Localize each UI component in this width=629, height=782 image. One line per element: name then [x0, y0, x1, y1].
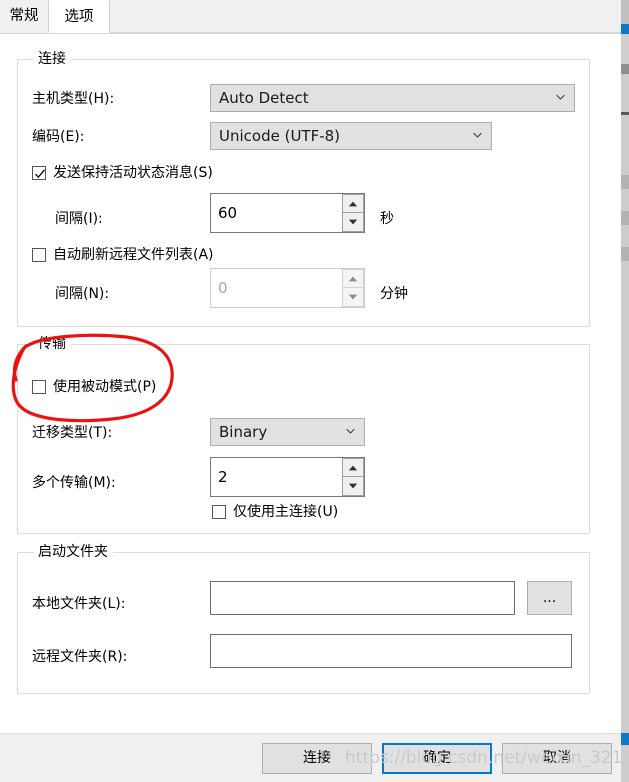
spinner-up-arrow-icon[interactable]	[342, 194, 364, 213]
keepalive-interval-label: 间隔(I):	[55, 211, 103, 227]
tab-general[interactable]: 常规	[0, 0, 48, 33]
multiple-transfers-value: 2	[218, 468, 228, 486]
transfer-type-label: 迁移类型(T):	[32, 425, 113, 441]
group-startup: 启动文件夹 本地文件夹(L): ... 远程文件夹(R):	[17, 544, 590, 694]
group-transfer: 传输 使用被动模式(P) 迁移类型(T): Binary 多个传输(M): 2	[17, 336, 590, 534]
spinner-down-arrow-icon[interactable]	[342, 477, 364, 496]
background-window-edge	[621, 0, 629, 782]
main-connection-only-label: 仅使用主连接(U)	[233, 504, 339, 520]
keepalive-checkbox-row[interactable]: 发送保持活动状态消息(S)	[32, 164, 213, 182]
host-type-combo[interactable]: Auto Detect	[210, 84, 575, 112]
spinner-up-arrow-icon[interactable]	[342, 458, 364, 477]
chevron-down-icon	[556, 93, 565, 102]
ok-button[interactable]: 确定	[382, 743, 492, 774]
transfer-type-value: Binary	[219, 423, 268, 441]
ok-button-label: 确定	[423, 750, 451, 766]
dialog-footer: 连接 确定 取消	[0, 733, 621, 782]
passive-mode-checkbox[interactable]	[32, 380, 46, 394]
options-panel: 连接 主机类型(H): Auto Detect 编码(E): Unicode (…	[0, 33, 621, 733]
connect-button-label: 连接	[303, 750, 331, 766]
autorefresh-interval-spinner[interactable]: 0	[210, 268, 365, 308]
spinner-down-arrow-icon[interactable]	[342, 288, 364, 307]
keepalive-label: 发送保持活动状态消息(S)	[53, 165, 213, 181]
keepalive-interval-value: 60	[218, 204, 238, 222]
main-connection-only-checkbox-row[interactable]: 仅使用主连接(U)	[212, 503, 338, 521]
host-type-label: 主机类型(H):	[32, 91, 115, 107]
multiple-transfers-spinner[interactable]: 2	[210, 457, 365, 497]
encoding-value: Unicode (UTF-8)	[219, 127, 341, 145]
autorefresh-interval-unit: 分钟	[380, 286, 408, 302]
multiple-transfers-spin-buttons	[342, 458, 364, 496]
checkmark-icon	[35, 169, 45, 179]
autorefresh-label: 自动刷新远程文件列表(A)	[53, 247, 214, 263]
options-dialog: 常规 选项 连接 主机类型(H): Auto Detect 编码(E): Uni…	[0, 0, 621, 782]
autorefresh-checkbox[interactable]	[32, 248, 46, 262]
tab-options[interactable]: 选项	[48, 0, 110, 33]
group-transfer-title: 传输	[34, 336, 71, 352]
local-folder-label: 本地文件夹(L):	[32, 596, 126, 612]
group-connection-title: 连接	[34, 51, 71, 67]
chevron-down-icon	[473, 131, 482, 140]
keepalive-interval-unit: 秒	[380, 211, 394, 227]
encoding-combo[interactable]: Unicode (UTF-8)	[210, 122, 492, 150]
cancel-button-label: 取消	[543, 750, 571, 766]
remote-folder-label: 远程文件夹(R):	[32, 649, 128, 665]
autorefresh-checkbox-row[interactable]: 自动刷新远程文件列表(A)	[32, 246, 214, 264]
main-connection-only-checkbox[interactable]	[212, 505, 226, 519]
tab-options-label: 选项	[64, 9, 94, 25]
keepalive-interval-spinner[interactable]: 60	[210, 193, 365, 233]
spinner-down-arrow-icon[interactable]	[342, 213, 364, 232]
local-folder-browse-label: ...	[542, 590, 557, 606]
encoding-label: 编码(E):	[32, 129, 85, 145]
autorefresh-interval-label: 间隔(N):	[55, 286, 110, 302]
multiple-transfers-label: 多个传输(M):	[32, 475, 116, 491]
autorefresh-interval-value: 0	[218, 279, 228, 297]
spinner-up-arrow-icon[interactable]	[342, 269, 364, 288]
tab-general-label: 常规	[9, 8, 39, 24]
keepalive-checkbox[interactable]	[32, 166, 46, 180]
tab-strip: 常规 选项	[0, 0, 621, 33]
connect-button[interactable]: 连接	[262, 743, 372, 774]
group-startup-title: 启动文件夹	[34, 544, 113, 560]
cancel-button[interactable]: 取消	[502, 743, 612, 774]
transfer-type-combo[interactable]: Binary	[210, 418, 365, 446]
local-folder-input[interactable]	[210, 581, 515, 615]
passive-mode-checkbox-row[interactable]: 使用被动模式(P)	[32, 378, 156, 396]
remote-folder-input[interactable]	[210, 634, 572, 668]
autorefresh-interval-spin-buttons	[342, 269, 364, 307]
host-type-value: Auto Detect	[219, 89, 309, 107]
passive-mode-label: 使用被动模式(P)	[53, 379, 157, 395]
chevron-down-icon	[346, 427, 355, 436]
keepalive-interval-spin-buttons	[342, 194, 364, 232]
group-connection: 连接 主机类型(H): Auto Detect 编码(E): Unicode (…	[17, 51, 590, 327]
local-folder-browse-button[interactable]: ...	[527, 581, 572, 615]
